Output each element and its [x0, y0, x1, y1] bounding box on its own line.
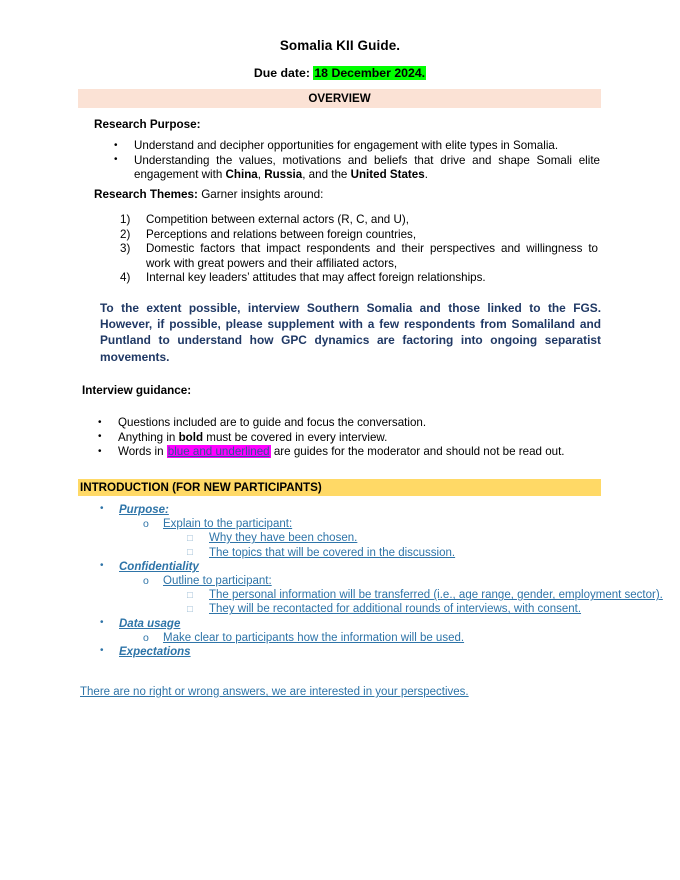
sub-text-data-usage: Make clear to participants how the infor… [163, 631, 465, 644]
list-item: Confidentiality Outline to participant: … [0, 559, 680, 618]
theme-4-text: Internal key leaders’ attitudes that may… [146, 271, 486, 285]
guidance-bold-word: bold [178, 430, 204, 444]
due-date-line: Due date: 18 December 2024. [0, 53, 680, 80]
sampling-note-line-1: To the extent possible, interview Southe… [100, 301, 601, 315]
list-item: Understand and decipher opportunities fo… [104, 139, 600, 154]
sub-sub-list: Why they have been chosen. The topics th… [163, 531, 680, 561]
sub-list: Explain to the participant: Why they hav… [119, 517, 680, 560]
list-item: They will be recontacted for additional … [163, 602, 680, 617]
purpose-bullet-1-text: Understand and decipher opportunities fo… [134, 139, 559, 152]
purpose-tail: . [424, 168, 428, 182]
sampling-note: To the extent possible, interview Southe… [74, 300, 601, 365]
guidance-highlighted-phrase: blue and underlined [166, 445, 271, 459]
list-item: Understanding the values, motivations an… [104, 153, 600, 183]
country-united-states: United States [350, 168, 425, 182]
theme-2-text: Perceptions and relations between foreig… [146, 227, 417, 241]
guidance-bullet-2-lead: Anything in [118, 430, 179, 444]
list-item: Competition between external actors (R, … [112, 213, 598, 228]
sub-list: Outline to participant: The personal inf… [119, 574, 680, 617]
list-item: The topics that will be covered in the d… [163, 546, 680, 560]
theme-3-text: Domestic factors that impact respondents… [146, 242, 598, 270]
introduction-outline: Purpose: Explain to the participant: Why… [0, 502, 680, 659]
list-item: Make clear to participants how the infor… [119, 631, 680, 645]
section-heading-purpose: Purpose: [119, 504, 169, 516]
due-date-value: 18 December 2024. [313, 66, 427, 80]
sampling-note-line-2: However, if possible, please supplement … [100, 317, 601, 364]
guidance-bullet-1-text: Questions included are to guide and focu… [118, 416, 427, 429]
document-page: Somalia KII Guide. Due date: 18 December… [0, 0, 680, 880]
detail-why-chosen: Why they have been chosen. [209, 532, 358, 545]
list-item: Purpose: Explain to the participant: Why… [0, 502, 680, 561]
sub-text-outline: Outline to participant: [163, 575, 272, 588]
list-item: Explain to the participant: Why they hav… [119, 517, 680, 560]
theme-1-text: Competition between external actors (R, … [146, 213, 409, 226]
introduction-section-list: Purpose: Explain to the participant: Why… [0, 502, 680, 659]
guidance-bullet-3-tail: are guides for the moderator and should … [270, 445, 565, 459]
sub-list: Make clear to participants how the infor… [119, 631, 680, 645]
due-date-label: Due date: [253, 66, 310, 80]
section-heading-confidentiality: Confidentiality [119, 560, 199, 573]
sep-2: , and the [302, 168, 351, 182]
country-china: China [225, 168, 258, 182]
list-item: Domestic factors that impact respondents… [112, 242, 598, 271]
detail-recontact-consent: They will be recontacted for additional … [209, 603, 582, 616]
sub-text-explain: Explain to the participant: [163, 518, 293, 531]
list-item: Outline to participant: The personal inf… [119, 574, 680, 617]
research-themes-list: Competition between external actors (R, … [112, 213, 598, 286]
guidance-bullet-3-lead: Words in [118, 445, 167, 459]
list-item: Data usage Make clear to participants ho… [0, 616, 680, 646]
detail-topics-covered: The topics that will be covered in the d… [209, 546, 456, 559]
guidance-bullet-2-tail: must be covered in every interview. [203, 430, 388, 444]
section-heading-expectations: Expectations [119, 646, 191, 659]
list-item: Words in blue and underlined are guides … [88, 445, 588, 460]
list-item: The personal information will be transfe… [163, 588, 680, 603]
overview-band: OVERVIEW [78, 89, 601, 108]
detail-personal-information: The personal information will be transfe… [209, 589, 663, 602]
introduction-band: INTRODUCTION (FOR NEW PARTICIPANTS) [78, 479, 601, 496]
sub-sub-list: The personal information will be transfe… [163, 588, 680, 618]
research-themes-title: Research Themes: [94, 188, 198, 201]
research-purpose-label: Research Purpose: [94, 118, 201, 131]
page-title: Somalia KII Guide. [279, 38, 401, 53]
list-item: Perceptions and relations between foreig… [112, 228, 598, 243]
research-purpose-list: Understand and decipher opportunities fo… [104, 139, 600, 183]
list-item: Anything in bold must be covered in ever… [88, 430, 588, 446]
interview-guidance-heading: Interview guidance: [82, 384, 192, 397]
purpose-bullet-2-text: Understanding the values, motivations an… [134, 154, 600, 182]
country-russia: Russia [264, 168, 303, 182]
section-heading-data-usage: Data usage [119, 617, 181, 630]
sampling-note-paragraph: To the extent possible, interview Southe… [74, 300, 601, 365]
research-themes-lead: Garner insights around: [197, 188, 324, 201]
list-item: Questions included are to guide and focu… [88, 416, 588, 431]
closing-statement: There are no right or wrong answers, we … [80, 686, 469, 698]
list-item: Internal key leaders’ attitudes that may… [112, 271, 598, 286]
interview-guidance-list: Questions included are to guide and focu… [88, 416, 588, 460]
research-themes-label: Research Themes: Garner insights around: [94, 188, 323, 201]
list-item: Expectations [0, 644, 680, 659]
list-item: Why they have been chosen. [163, 531, 680, 546]
